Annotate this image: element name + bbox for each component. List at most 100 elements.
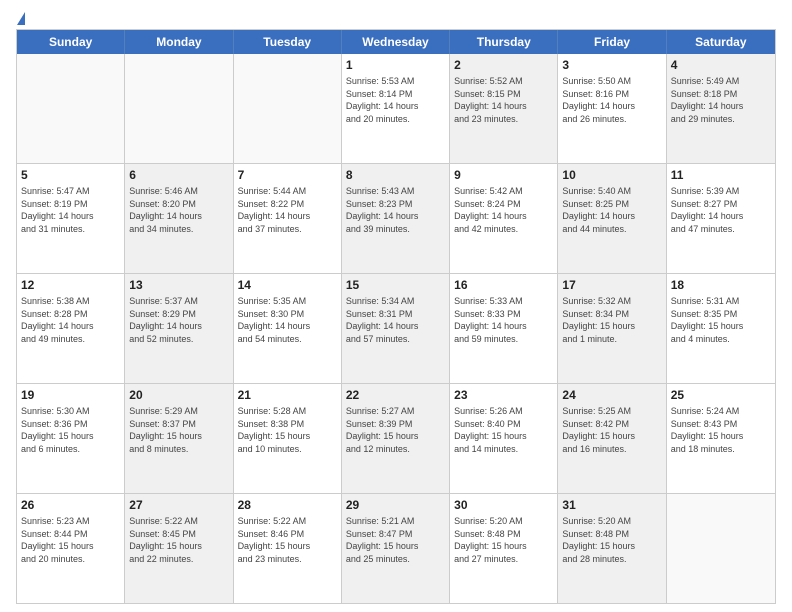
cell-info: Sunrise: 5:52 AM Sunset: 8:15 PM Dayligh…: [454, 75, 553, 125]
calendar-row-1: 5 Sunrise: 5:47 AM Sunset: 8:19 PM Daylig…: [17, 163, 775, 273]
header-day-sunday: Sunday: [17, 30, 125, 54]
cell-info: Sunrise: 5:53 AM Sunset: 8:14 PM Dayligh…: [346, 75, 445, 125]
calendar-cell-13: 13 Sunrise: 5:37 AM Sunset: 8:29 PM Dayli…: [125, 274, 233, 383]
calendar-cell-19: 19 Sunrise: 5:30 AM Sunset: 8:36 PM Dayli…: [17, 384, 125, 493]
day-number: 13: [129, 277, 228, 293]
header-day-tuesday: Tuesday: [234, 30, 342, 54]
day-number: 3: [562, 57, 661, 73]
cell-info: Sunrise: 5:39 AM Sunset: 8:27 PM Dayligh…: [671, 185, 771, 235]
calendar: SundayMondayTuesdayWednesdayThursdayFrid…: [16, 29, 776, 604]
header-day-thursday: Thursday: [450, 30, 558, 54]
day-number: 31: [562, 497, 661, 513]
calendar-cell-9: 9Sunrise: 5:42 AM Sunset: 8:24 PM Daylig…: [450, 164, 558, 273]
day-number: 20: [129, 387, 228, 403]
calendar-cell-5: 5 Sunrise: 5:47 AM Sunset: 8:19 PM Daylig…: [17, 164, 125, 273]
logo-text: [16, 12, 25, 27]
calendar-body: 1 Sunrise: 5:53 AM Sunset: 8:14 PM Daylig…: [17, 54, 775, 603]
calendar-row-2: 12 Sunrise: 5:38 AM Sunset: 8:28 PM Dayli…: [17, 273, 775, 383]
cell-info: Sunrise: 5:37 AM Sunset: 8:29 PM Dayligh…: [129, 295, 228, 345]
cell-info: Sunrise: 5:38 AM Sunset: 8:28 PM Dayligh…: [21, 295, 120, 345]
day-number: 5: [21, 167, 120, 183]
cell-info: Sunrise: 5:30 AM Sunset: 8:36 PM Dayligh…: [21, 405, 120, 455]
day-number: 4: [671, 57, 771, 73]
calendar-cell-6: 6 Sunrise: 5:46 AM Sunset: 8:20 PM Daylig…: [125, 164, 233, 273]
day-number: 26: [21, 497, 120, 513]
day-number: 18: [671, 277, 771, 293]
calendar-cell-11: 11 Sunrise: 5:39 AM Sunset: 8:27 PM Dayli…: [667, 164, 775, 273]
cell-info: Sunrise: 5:42 AM Sunset: 8:24 PM Dayligh…: [454, 185, 553, 235]
header: [16, 12, 776, 23]
calendar-cell-15: 15Sunrise: 5:34 AM Sunset: 8:31 PM Dayli…: [342, 274, 450, 383]
cell-info: Sunrise: 5:25 AM Sunset: 8:42 PM Dayligh…: [562, 405, 661, 455]
day-number: 14: [238, 277, 337, 293]
cell-info: Sunrise: 5:28 AM Sunset: 8:38 PM Dayligh…: [238, 405, 337, 455]
cell-info: Sunrise: 5:22 AM Sunset: 8:45 PM Dayligh…: [129, 515, 228, 565]
cell-info: Sunrise: 5:31 AM Sunset: 8:35 PM Dayligh…: [671, 295, 771, 345]
cell-info: Sunrise: 5:49 AM Sunset: 8:18 PM Dayligh…: [671, 75, 771, 125]
calendar-cell-27: 27 Sunrise: 5:22 AM Sunset: 8:45 PM Dayli…: [125, 494, 233, 603]
cell-info: Sunrise: 5:44 AM Sunset: 8:22 PM Dayligh…: [238, 185, 337, 235]
calendar-cell-empty-0-2: [234, 54, 342, 163]
cell-info: Sunrise: 5:29 AM Sunset: 8:37 PM Dayligh…: [129, 405, 228, 455]
cell-info: Sunrise: 5:21 AM Sunset: 8:47 PM Dayligh…: [346, 515, 445, 565]
day-number: 2: [454, 57, 553, 73]
day-number: 21: [238, 387, 337, 403]
logo: [16, 12, 25, 23]
calendar-row-0: 1 Sunrise: 5:53 AM Sunset: 8:14 PM Daylig…: [17, 54, 775, 163]
calendar-cell-28: 28Sunrise: 5:22 AM Sunset: 8:46 PM Dayli…: [234, 494, 342, 603]
calendar-cell-8: 8 Sunrise: 5:43 AM Sunset: 8:23 PM Daylig…: [342, 164, 450, 273]
day-number: 23: [454, 387, 553, 403]
day-number: 16: [454, 277, 553, 293]
calendar-cell-16: 16 Sunrise: 5:33 AM Sunset: 8:33 PM Dayli…: [450, 274, 558, 383]
calendar-cell-21: 21 Sunrise: 5:28 AM Sunset: 8:38 PM Dayli…: [234, 384, 342, 493]
cell-info: Sunrise: 5:23 AM Sunset: 8:44 PM Dayligh…: [21, 515, 120, 565]
calendar-cell-20: 20 Sunrise: 5:29 AM Sunset: 8:37 PM Dayli…: [125, 384, 233, 493]
cell-info: Sunrise: 5:24 AM Sunset: 8:43 PM Dayligh…: [671, 405, 771, 455]
calendar-cell-10: 10 Sunrise: 5:40 AM Sunset: 8:25 PM Dayli…: [558, 164, 666, 273]
page: SundayMondayTuesdayWednesdayThursdayFrid…: [0, 0, 792, 612]
day-number: 15: [346, 277, 445, 293]
day-number: 12: [21, 277, 120, 293]
calendar-cell-empty-0-0: [17, 54, 125, 163]
cell-info: Sunrise: 5:35 AM Sunset: 8:30 PM Dayligh…: [238, 295, 337, 345]
day-number: 30: [454, 497, 553, 513]
day-number: 7: [238, 167, 337, 183]
header-day-friday: Friday: [558, 30, 666, 54]
logo-triangle-icon: [17, 12, 25, 25]
calendar-row-3: 19 Sunrise: 5:30 AM Sunset: 8:36 PM Dayli…: [17, 383, 775, 493]
calendar-cell-30: 30Sunrise: 5:20 AM Sunset: 8:48 PM Dayli…: [450, 494, 558, 603]
calendar-header: SundayMondayTuesdayWednesdayThursdayFrid…: [17, 30, 775, 54]
day-number: 10: [562, 167, 661, 183]
day-number: 25: [671, 387, 771, 403]
header-day-wednesday: Wednesday: [342, 30, 450, 54]
cell-info: Sunrise: 5:26 AM Sunset: 8:40 PM Dayligh…: [454, 405, 553, 455]
calendar-cell-12: 12 Sunrise: 5:38 AM Sunset: 8:28 PM Dayli…: [17, 274, 125, 383]
day-number: 28: [238, 497, 337, 513]
day-number: 22: [346, 387, 445, 403]
calendar-cell-2: 2 Sunrise: 5:52 AM Sunset: 8:15 PM Daylig…: [450, 54, 558, 163]
day-number: 24: [562, 387, 661, 403]
calendar-cell-25: 25 Sunrise: 5:24 AM Sunset: 8:43 PM Dayli…: [667, 384, 775, 493]
day-number: 19: [21, 387, 120, 403]
calendar-cell-18: 18 Sunrise: 5:31 AM Sunset: 8:35 PM Dayli…: [667, 274, 775, 383]
day-number: 1: [346, 57, 445, 73]
cell-info: Sunrise: 5:46 AM Sunset: 8:20 PM Dayligh…: [129, 185, 228, 235]
day-number: 8: [346, 167, 445, 183]
cell-info: Sunrise: 5:50 AM Sunset: 8:16 PM Dayligh…: [562, 75, 661, 125]
day-number: 6: [129, 167, 228, 183]
cell-info: Sunrise: 5:47 AM Sunset: 8:19 PM Dayligh…: [21, 185, 120, 235]
cell-info: Sunrise: 5:43 AM Sunset: 8:23 PM Dayligh…: [346, 185, 445, 235]
calendar-cell-22: 22 Sunrise: 5:27 AM Sunset: 8:39 PM Dayli…: [342, 384, 450, 493]
calendar-cell-7: 7 Sunrise: 5:44 AM Sunset: 8:22 PM Daylig…: [234, 164, 342, 273]
calendar-cell-24: 24 Sunrise: 5:25 AM Sunset: 8:42 PM Dayli…: [558, 384, 666, 493]
calendar-cell-31: 31Sunrise: 5:20 AM Sunset: 8:48 PM Dayli…: [558, 494, 666, 603]
day-number: 17: [562, 277, 661, 293]
header-day-monday: Monday: [125, 30, 233, 54]
day-number: 11: [671, 167, 771, 183]
cell-info: Sunrise: 5:33 AM Sunset: 8:33 PM Dayligh…: [454, 295, 553, 345]
cell-info: Sunrise: 5:40 AM Sunset: 8:25 PM Dayligh…: [562, 185, 661, 235]
cell-info: Sunrise: 5:27 AM Sunset: 8:39 PM Dayligh…: [346, 405, 445, 455]
day-number: 27: [129, 497, 228, 513]
calendar-cell-14: 14 Sunrise: 5:35 AM Sunset: 8:30 PM Dayli…: [234, 274, 342, 383]
day-number: 29: [346, 497, 445, 513]
